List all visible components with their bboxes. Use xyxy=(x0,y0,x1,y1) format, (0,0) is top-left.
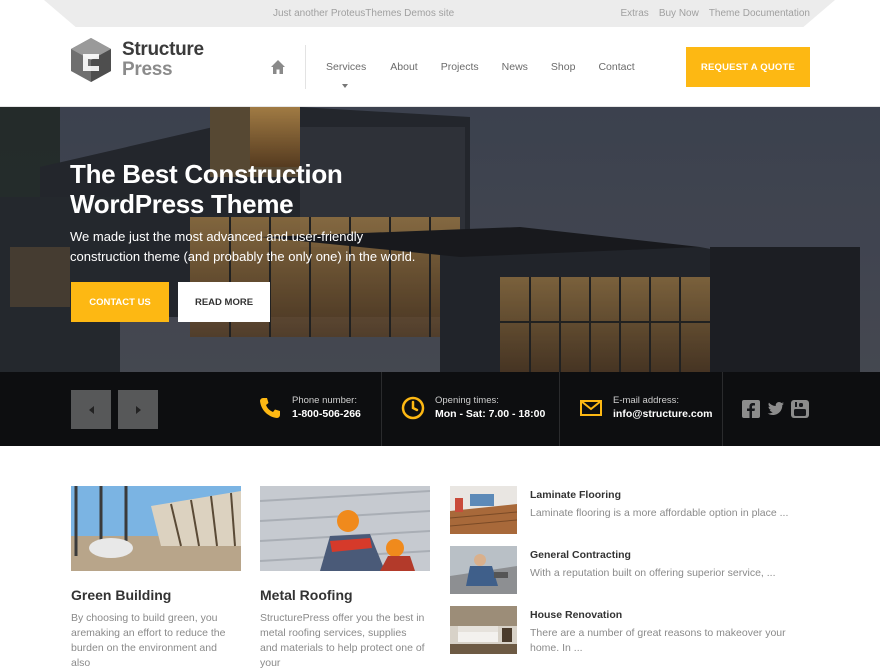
service-title[interactable]: Laminate Flooring xyxy=(530,489,621,501)
service-item-house-renovation[interactable]: House Renovation There are a number of g… xyxy=(450,606,850,656)
green-building-image xyxy=(71,486,241,571)
logo-cube-icon xyxy=(71,38,111,82)
metal-roofing-image xyxy=(259,486,431,571)
info-phone: Phone number: 1-800-506-266 xyxy=(258,394,361,422)
youtube-icon[interactable] xyxy=(791,400,809,418)
card-title[interactable]: Metal Roofing xyxy=(260,587,353,603)
card-text: StructurePress offer you the best in met… xyxy=(260,612,425,669)
service-text: With a reputation built on offering supe… xyxy=(530,567,776,579)
nav-item-shop[interactable]: Shop xyxy=(551,61,576,73)
service-card-metal-roofing[interactable]: Metal Roofing StructurePress offer you t… xyxy=(259,486,431,669)
service-item-general-contracting[interactable]: General Contracting With a reputation bu… xyxy=(450,546,850,596)
card-text: By choosing to build green, you aremakin… xyxy=(71,612,226,669)
info-divider xyxy=(381,372,382,446)
site-header: Structure Press Services About Projects … xyxy=(0,27,880,107)
slider-next-button[interactable] xyxy=(118,390,158,429)
laminate-flooring-thumbnail xyxy=(450,486,517,534)
service-title[interactable]: House Renovation xyxy=(530,609,622,621)
top-bar: Just another ProteusThemes Demos site Ex… xyxy=(0,0,880,27)
phone-value[interactable]: 1-800-506-266 xyxy=(292,407,361,422)
nav-item-news[interactable]: News xyxy=(502,61,528,73)
facebook-icon[interactable] xyxy=(742,400,760,418)
site-logo[interactable]: Structure Press xyxy=(70,37,250,88)
chevron-left-icon xyxy=(88,405,94,414)
email-label: E-mail address: xyxy=(613,395,679,406)
phone-label: Phone number: xyxy=(292,395,357,406)
logo-line-1: Structure xyxy=(122,39,204,60)
top-link-theme-documentation[interactable]: Theme Documentation xyxy=(709,8,810,19)
twitter-icon[interactable] xyxy=(767,400,785,418)
hero-slider: The Best Construction WordPress Theme We… xyxy=(0,107,880,446)
nav-divider xyxy=(305,45,306,89)
info-divider xyxy=(559,372,560,446)
service-text: There are a number of great reasons to m… xyxy=(530,627,786,654)
hours-value: Mon - Sat: 7.00 - 18:00 xyxy=(435,408,546,420)
hours-label: Opening times: xyxy=(435,395,499,406)
info-email: E-mail address: info@structure.com xyxy=(579,394,713,422)
logo-line-2: Press xyxy=(122,59,173,80)
contact-us-button[interactable]: CONTACT US xyxy=(71,282,169,322)
general-contracting-thumbnail xyxy=(450,546,517,594)
read-more-button[interactable]: READ MORE xyxy=(178,282,270,322)
top-links: Extras Buy Now Theme Documentation xyxy=(620,8,810,19)
main-nav: Services About Projects News Shop Contac… xyxy=(326,61,635,73)
request-quote-button[interactable]: REQUEST A QUOTE xyxy=(686,47,810,87)
phone-icon xyxy=(260,398,280,418)
nav-item-services[interactable]: Services xyxy=(326,61,366,73)
site-tagline: Just another ProteusThemes Demos site xyxy=(273,8,455,19)
home-icon[interactable] xyxy=(270,59,286,75)
chevron-right-icon xyxy=(135,405,141,414)
envelope-icon xyxy=(580,400,602,416)
service-title[interactable]: General Contracting xyxy=(530,549,631,561)
top-link-extras[interactable]: Extras xyxy=(620,8,648,19)
top-link-buy-now[interactable]: Buy Now xyxy=(659,8,699,19)
email-value[interactable]: info@structure.com xyxy=(613,407,713,422)
nav-item-contact[interactable]: Contact xyxy=(598,61,634,73)
hero-title: The Best Construction WordPress Theme xyxy=(70,159,343,219)
clock-icon xyxy=(401,396,425,420)
slider-prev-button[interactable] xyxy=(71,390,111,429)
card-title[interactable]: Green Building xyxy=(71,587,171,603)
service-card-green-building[interactable]: Green Building By choosing to build gree… xyxy=(71,486,241,669)
nav-item-projects[interactable]: Projects xyxy=(441,61,479,73)
nav-item-about[interactable]: About xyxy=(390,61,417,73)
services-dropdown-caret-icon[interactable] xyxy=(342,84,348,88)
info-hours: Opening times: Mon - Sat: 7.00 - 18:00 xyxy=(401,394,545,422)
hero-subtitle: We made just the most advanced and user-… xyxy=(70,229,416,264)
service-text: Laminate flooring is a more affordable o… xyxy=(530,507,789,519)
house-renovation-thumbnail xyxy=(450,606,517,654)
logo-wordmark: Structure Press xyxy=(122,39,248,88)
service-item-laminate-flooring[interactable]: Laminate Flooring Laminate flooring is a… xyxy=(450,486,850,536)
info-divider xyxy=(722,372,723,446)
